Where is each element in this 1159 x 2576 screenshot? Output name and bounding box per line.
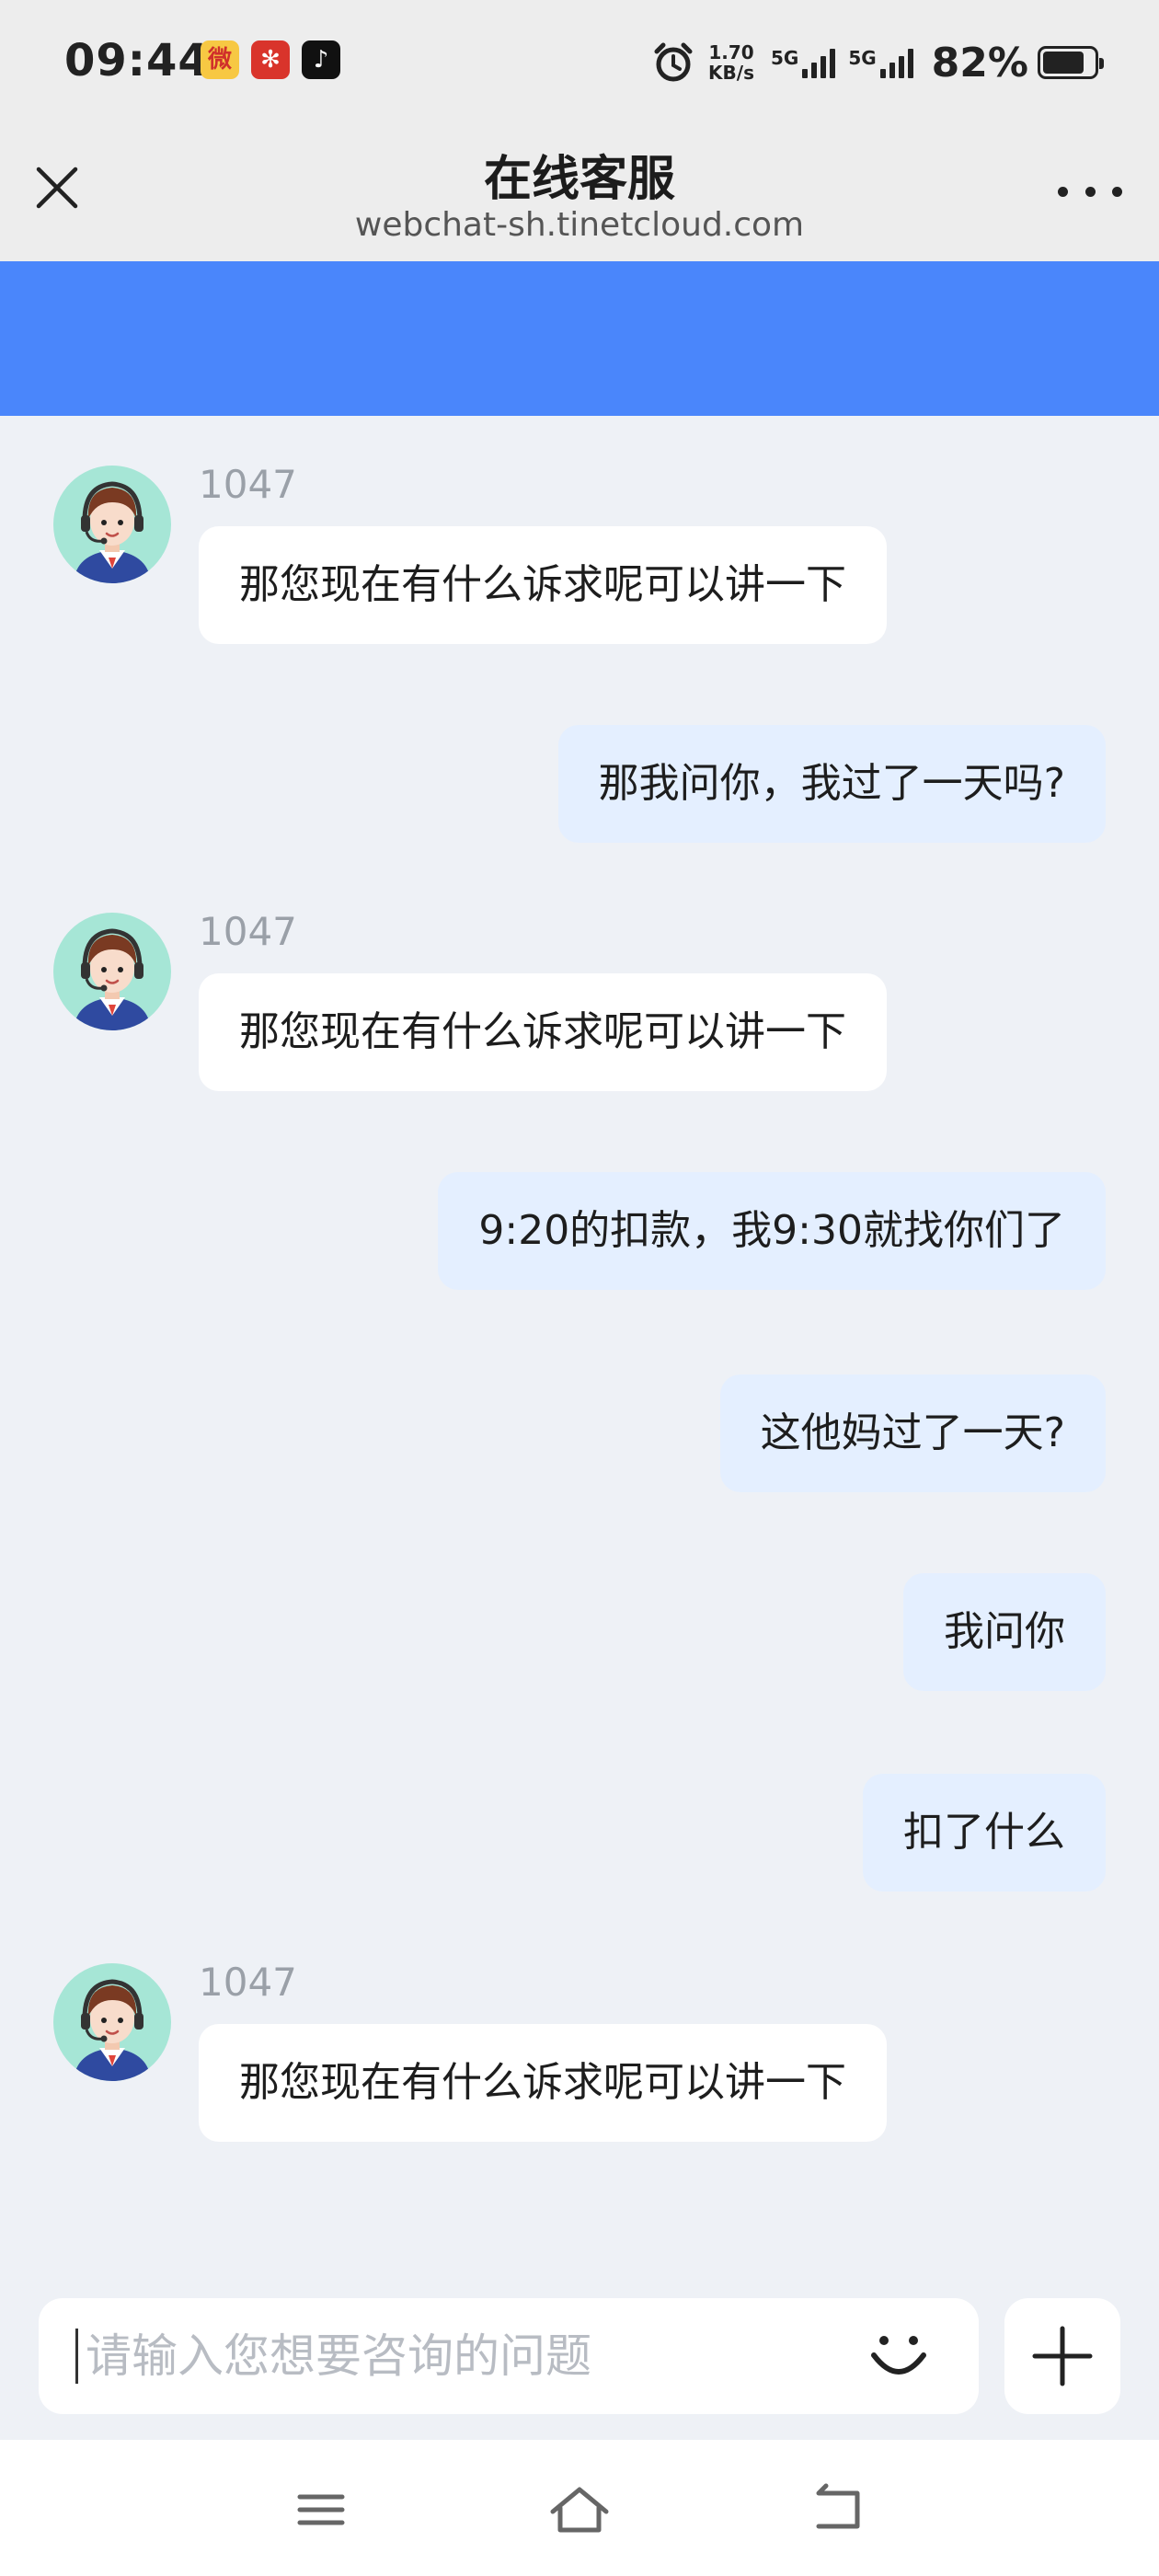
outgoing-message-bubble: 9:20的扣款，我9:30就找你们了 — [438, 1172, 1106, 1290]
more-dots-icon — [1058, 186, 1068, 197]
sender-name: 1047 — [199, 462, 297, 507]
signal-2: 5G — [848, 47, 913, 78]
headset-agent-icon — [53, 913, 171, 1030]
menu-icon — [297, 2494, 345, 2525]
nav-home-button[interactable] — [547, 2480, 612, 2539]
incoming-message-bubble: 那您现在有什么诉求呢可以讲一下 — [199, 2024, 887, 2142]
incoming-message-bubble: 那您现在有什么诉求呢可以讲一下 — [199, 526, 887, 644]
headset-agent-icon — [53, 1963, 171, 2081]
page-url: webchat-sh.tinetcloud.com — [354, 206, 805, 244]
more-dots-icon — [1084, 186, 1096, 197]
headset-agent-icon — [53, 466, 171, 583]
agent-avatar — [53, 1963, 171, 2081]
battery-icon — [1038, 46, 1104, 79]
more-options-button[interactable] — [1058, 173, 1122, 210]
outgoing-message-bubble: 那我问你，我过了一天吗? — [557, 725, 1106, 843]
header-banner — [0, 261, 1159, 416]
net-speed-value: 1.70 — [708, 41, 754, 63]
attach-plus-button[interactable] — [1004, 2298, 1120, 2414]
sender-name: 1047 — [199, 909, 297, 954]
alarm-icon — [654, 42, 693, 82]
battery-percent: 82% — [931, 39, 1028, 86]
plus-icon — [1032, 2326, 1093, 2386]
outgoing-message-bubble: 我问你 — [903, 1573, 1106, 1691]
more-dots-icon — [1112, 186, 1122, 197]
signal-bars-icon — [802, 47, 836, 78]
agent-avatar — [53, 466, 171, 583]
battery-cap — [1099, 58, 1104, 69]
nav-menu-button[interactable] — [289, 2480, 353, 2539]
page-title: 在线客服 — [483, 152, 675, 207]
sender-name: 1047 — [199, 1960, 297, 2005]
net-speed: 1.70 KB/s — [708, 42, 754, 83]
status-time: 09:44 — [64, 35, 210, 86]
status-bar: 09:44 微 ✻ ♪ 1.70 KB/s 5G 5G 82% — [0, 0, 1159, 125]
smiley-icon — [871, 2336, 926, 2375]
signal-1: 5G — [770, 47, 836, 78]
emoji-button[interactable] — [866, 2324, 931, 2388]
system-nav-bar — [0, 2440, 1159, 2576]
news-app-icon: ✻ — [251, 40, 290, 79]
network-type-2: 5G — [848, 47, 877, 69]
net-speed-unit: KB/s — [708, 62, 754, 84]
tiktok-icon: ♪ — [302, 40, 340, 79]
outgoing-message-bubble: 这他妈过了一天? — [719, 1374, 1106, 1492]
battery-fill — [1043, 52, 1084, 74]
weibo-icon: 微 — [201, 40, 239, 79]
status-indicators: 1.70 KB/s 5G 5G 82% — [651, 37, 1104, 88]
nav-back-button[interactable] — [806, 2480, 870, 2539]
incoming-message-bubble: 那您现在有什么诉求呢可以讲一下 — [199, 973, 887, 1091]
network-type-1: 5G — [770, 47, 799, 69]
title-bar: 在线客服 webchat-sh.tinetcloud.com — [0, 125, 1159, 261]
back-icon — [816, 2483, 860, 2529]
outgoing-message-bubble: 扣了什么 — [863, 1774, 1106, 1892]
home-icon — [550, 2487, 609, 2533]
agent-avatar — [53, 913, 171, 1030]
message-composer — [39, 2298, 979, 2414]
signal-bars-icon — [879, 47, 913, 78]
message-input[interactable] — [75, 2329, 866, 2384]
